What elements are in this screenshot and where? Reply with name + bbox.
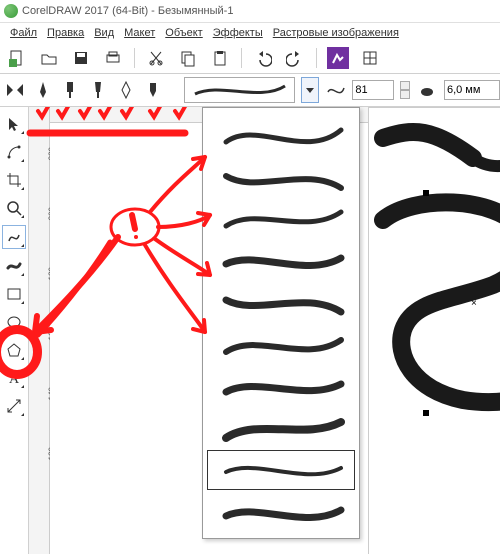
menu-file[interactable]: Файл — [6, 25, 41, 41]
polygon-tool[interactable] — [3, 339, 25, 361]
preset-item-0[interactable] — [207, 114, 355, 154]
preview-stroke-2[interactable] — [373, 190, 500, 420]
pick-tool[interactable] — [3, 113, 25, 135]
app-logo-icon — [4, 4, 18, 18]
save-icon[interactable] — [70, 47, 92, 69]
redo-icon[interactable] — [284, 47, 306, 69]
ruler-vertical: 220 200 180 160 140 120 — [29, 107, 50, 554]
new-doc-icon[interactable] — [6, 47, 28, 69]
preview-stroke-1 — [373, 118, 500, 178]
title-bar: CorelDRAW 2017 (64-Bit) - Безымянный-1 — [0, 0, 500, 23]
svg-text:A: A — [9, 372, 20, 386]
paste-icon[interactable] — [209, 47, 231, 69]
width-spinner[interactable] — [400, 81, 410, 99]
menu-bitmaps[interactable]: Растровые изображения — [269, 25, 403, 41]
mirror-icon[interactable] — [4, 79, 26, 101]
artistic-media-tool[interactable] — [3, 255, 25, 277]
shape-tool[interactable] — [3, 141, 25, 163]
open-icon[interactable] — [38, 47, 60, 69]
menu-view[interactable]: Вид — [90, 25, 118, 41]
preset-item-3[interactable] — [207, 240, 355, 280]
preview-panel: × — [368, 107, 500, 554]
undo-icon[interactable] — [252, 47, 274, 69]
dimension-tool[interactable] — [3, 395, 25, 417]
stroke-preset-dropdown-button[interactable] — [301, 77, 319, 103]
brush-preset1-icon[interactable] — [32, 79, 54, 101]
preset-item-4[interactable] — [207, 282, 355, 322]
drop-icon — [416, 79, 438, 101]
rectangle-tool[interactable] — [3, 283, 25, 305]
stroke-width-field[interactable] — [352, 80, 394, 100]
window-title: CorelDRAW 2017 (64-Bit) - Безымянный-1 — [22, 5, 233, 17]
text-tool[interactable]: A — [3, 367, 25, 389]
property-bar — [0, 74, 500, 107]
workspace: A 220 200 180 160 140 120 Безым × — [0, 107, 500, 554]
preset-item-9[interactable] — [207, 492, 355, 532]
center-marker: × — [471, 298, 477, 309]
preset-item-5[interactable] — [207, 324, 355, 364]
brush-preset3-icon[interactable] — [87, 79, 109, 101]
main-toolbar — [0, 43, 500, 74]
menu-layout[interactable]: Макет — [120, 25, 159, 41]
launch-icon[interactable] — [327, 47, 349, 69]
preset-item-2[interactable] — [207, 198, 355, 238]
wave-icon — [325, 79, 347, 101]
ellipse-tool[interactable] — [3, 311, 25, 333]
marker-icon[interactable] — [143, 79, 165, 101]
pen-icon[interactable] — [115, 79, 137, 101]
zoom-tool[interactable] — [3, 197, 25, 219]
preset-item-1[interactable] — [207, 156, 355, 196]
preset-item-8[interactable] — [207, 450, 355, 490]
copy-icon[interactable] — [177, 47, 199, 69]
cut-icon[interactable] — [145, 47, 167, 69]
preset-item-6[interactable] — [207, 366, 355, 406]
brush-preset2-icon[interactable] — [59, 79, 81, 101]
preset-item-7[interactable] — [207, 408, 355, 448]
print-icon[interactable] — [102, 47, 124, 69]
canvas-area[interactable]: Безым × — [50, 107, 500, 554]
stroke-preset-dropdown — [202, 107, 360, 539]
stroke-preset-preview[interactable] — [184, 77, 295, 103]
menu-effects[interactable]: Эффекты — [209, 25, 267, 41]
menu-bar: Файл Правка Вид Макет Объект Эффекты Рас… — [0, 23, 500, 43]
menu-object[interactable]: Объект — [161, 25, 206, 41]
units-field[interactable] — [444, 80, 500, 100]
menu-edit[interactable]: Правка — [43, 25, 88, 41]
snap-icon[interactable] — [359, 47, 381, 69]
crop-tool[interactable] — [3, 169, 25, 191]
freehand-tool[interactable] — [2, 225, 26, 249]
toolbox: A — [0, 107, 29, 554]
